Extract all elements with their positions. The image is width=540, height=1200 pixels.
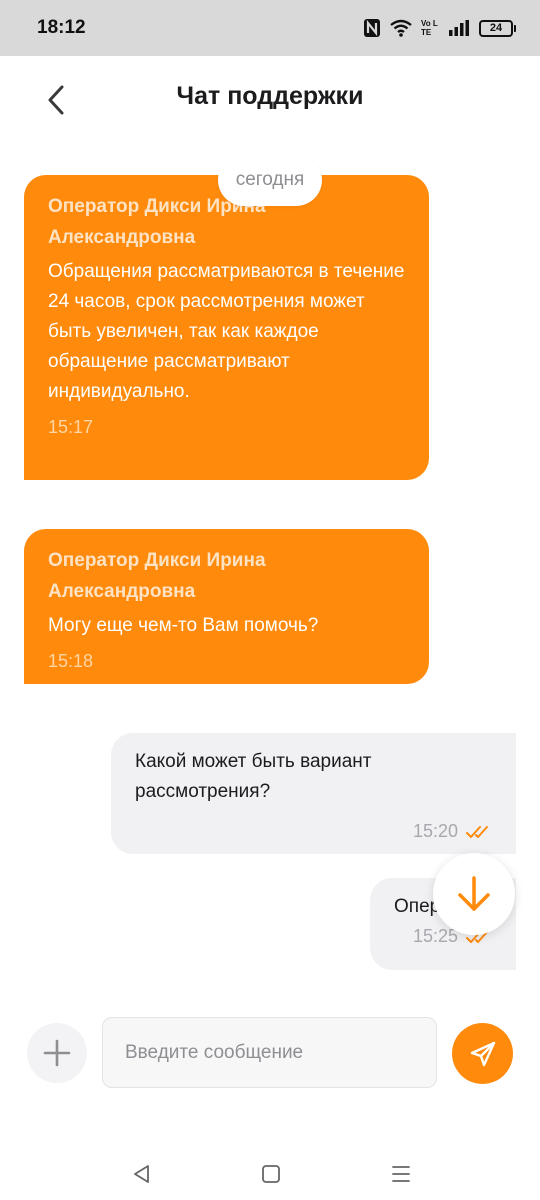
page-title: Чат поддержки <box>176 82 364 110</box>
volte-label: Vo LTE <box>421 19 438 37</box>
message-text: Обращения рассматриваются в течение 24 ч… <box>48 261 405 402</box>
message-time: 15:17 <box>48 417 94 437</box>
nav-back-button[interactable] <box>122 1154 162 1194</box>
operator-message: Оператор Дикси Ирина Александровна Обращ… <box>24 175 429 480</box>
send-button[interactable] <box>452 1023 513 1084</box>
status-time: 18:12 <box>37 17 86 38</box>
message-input[interactable] <box>102 1017 437 1088</box>
attach-button[interactable] <box>27 1023 87 1083</box>
operator-message: Оператор Дикси Ирина Александровна Могу … <box>24 529 429 684</box>
user-message: Какой может быть вариант рассмотрения? 1… <box>111 733 516 854</box>
message-time: 15:18 <box>48 651 94 671</box>
message-time: 15:20 <box>412 821 458 841</box>
volte-icon: Vo LTE <box>421 19 439 37</box>
send-icon <box>470 1041 495 1066</box>
battery-icon: 24 <box>479 19 516 37</box>
nav-home-button[interactable] <box>251 1154 291 1194</box>
system-nav-bar <box>0 1140 540 1200</box>
message-author: Оператор Дикси Ирина Александровна <box>48 550 266 602</box>
signal-icon <box>448 19 470 37</box>
wifi-icon <box>390 19 412 37</box>
message-time: 15:25 <box>412 926 458 946</box>
triangle-back-icon <box>134 1165 149 1183</box>
arrow-down-icon <box>458 876 490 911</box>
message-meta: 15:20 <box>135 821 492 842</box>
date-separator: сегодня <box>218 154 322 206</box>
chat-header: Чат поддержки <box>0 56 540 146</box>
menu-lines-icon <box>392 1166 410 1182</box>
square-home-icon <box>262 1165 280 1183</box>
chat-screen: 18:12 Vo LTE 24 Чат поддержки Оператор Д… <box>0 0 540 1200</box>
status-bar: 18:12 Vo LTE 24 <box>0 0 540 56</box>
battery-level: 24 <box>479 19 513 37</box>
double-check-icon <box>466 825 488 838</box>
message-author: Оператор Дикси Ирина Александровна <box>48 196 266 248</box>
message-text: Какой может быть вариант рассмотрения? <box>135 751 372 802</box>
nav-recents-button[interactable] <box>381 1154 421 1194</box>
message-text: Могу еще чем-то Вам помочь? <box>48 615 319 636</box>
status-icons: Vo LTE 24 <box>363 18 516 38</box>
nfc-icon <box>363 18 381 38</box>
scroll-down-button[interactable] <box>433 853 515 935</box>
plus-icon <box>43 1039 71 1067</box>
